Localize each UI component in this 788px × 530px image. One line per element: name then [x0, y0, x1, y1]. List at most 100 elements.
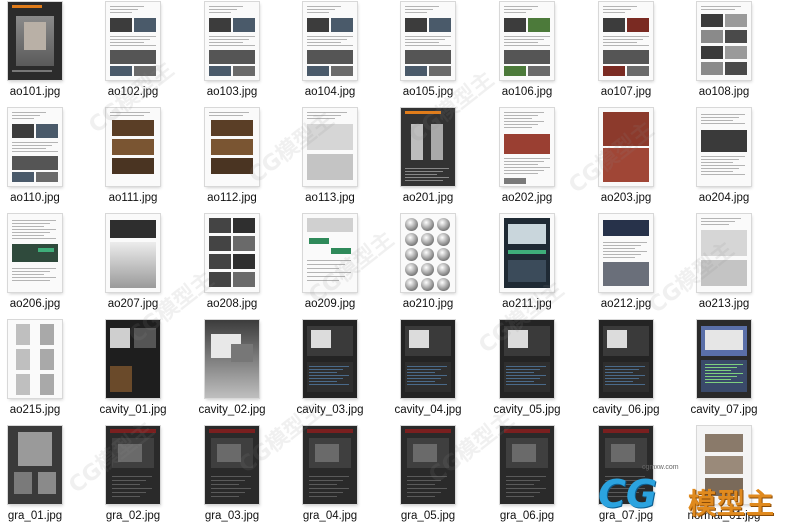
file-name-label[interactable]: ao203.jpg [601, 192, 652, 205]
file-thumbnail[interactable] [106, 320, 160, 398]
file-item[interactable]: ao206.jpg [0, 212, 84, 318]
file-thumbnail[interactable] [8, 2, 62, 80]
file-item[interactable]: ao211.jpg [478, 212, 576, 318]
file-item[interactable]: ao208.jpg [183, 212, 281, 318]
file-item[interactable]: ao213.jpg [675, 212, 773, 318]
file-item[interactable]: ao111.jpg [84, 106, 182, 212]
file-thumbnail[interactable] [401, 108, 455, 186]
file-thumbnail[interactable] [106, 214, 160, 292]
file-name-label[interactable]: ao213.jpg [699, 298, 750, 311]
file-name-label[interactable]: cavity_01.jpg [99, 404, 166, 417]
file-name-label[interactable]: gra_06.jpg [500, 510, 554, 523]
file-item[interactable]: ao104.jpg [281, 0, 379, 106]
file-name-label[interactable]: ao113.jpg [305, 192, 355, 205]
file-thumbnail[interactable] [205, 2, 259, 80]
file-thumbnail[interactable] [8, 320, 62, 398]
file-item[interactable]: ao202.jpg [478, 106, 576, 212]
file-thumbnail[interactable] [500, 108, 554, 186]
file-item[interactable]: ao106.jpg [478, 0, 576, 106]
file-name-label[interactable]: ao112.jpg [207, 192, 257, 205]
file-thumbnail[interactable] [500, 320, 554, 398]
file-thumbnail[interactable] [599, 320, 653, 398]
file-thumbnail[interactable] [205, 320, 259, 398]
file-thumbnail[interactable] [8, 426, 62, 504]
file-name-label[interactable]: gra_05.jpg [401, 510, 455, 523]
file-name-label[interactable]: ao107.jpg [601, 86, 652, 99]
file-thumbnail[interactable] [106, 2, 160, 80]
file-item[interactable]: ao210.jpg [379, 212, 477, 318]
file-item[interactable]: cavity_03.jpg [281, 318, 379, 424]
file-thumbnail[interactable] [106, 426, 160, 504]
file-name-label[interactable]: cavity_04.jpg [394, 404, 461, 417]
file-item[interactable]: ao105.jpg [379, 0, 477, 106]
file-name-label[interactable]: gra_03.jpg [205, 510, 259, 523]
file-item[interactable]: ao207.jpg [84, 212, 182, 318]
file-item[interactable]: gra_03.jpg [183, 424, 281, 530]
file-item[interactable]: ao102.jpg [84, 0, 182, 106]
file-thumbnail[interactable] [401, 2, 455, 80]
file-name-label[interactable]: ao202.jpg [502, 192, 553, 205]
file-item[interactable]: gra_06.jpg [478, 424, 576, 530]
file-item[interactable]: cavity_07.jpg [675, 318, 773, 424]
file-name-label[interactable]: ao101.jpg [10, 86, 61, 99]
file-item[interactable]: cavity_05.jpg [478, 318, 576, 424]
file-item[interactable]: ao113.jpg [281, 106, 379, 212]
file-item[interactable]: ao209.jpg [281, 212, 379, 318]
file-item[interactable]: ao101.jpg [0, 0, 84, 106]
file-item[interactable]: ao107.jpg [577, 0, 675, 106]
file-item[interactable]: ao215.jpg [0, 318, 84, 424]
file-item[interactable]: cavity_02.jpg [183, 318, 281, 424]
file-thumbnail[interactable] [8, 108, 62, 186]
file-thumbnail[interactable] [401, 214, 455, 292]
file-item[interactable]: ao110.jpg [0, 106, 84, 212]
file-name-label[interactable]: cavity_07.jpg [690, 404, 757, 417]
file-item[interactable]: ao108.jpg [675, 0, 773, 106]
file-item[interactable]: gra_05.jpg [379, 424, 477, 530]
file-thumbnail[interactable] [697, 214, 751, 292]
file-thumbnail[interactable] [303, 2, 357, 80]
file-thumbnail[interactable] [205, 214, 259, 292]
file-thumbnail[interactable] [599, 108, 653, 186]
file-name-label[interactable]: gra_02.jpg [106, 510, 160, 523]
file-name-label[interactable]: ao211.jpg [502, 298, 552, 311]
file-name-label[interactable]: ao201.jpg [403, 192, 454, 205]
file-item[interactable]: ao112.jpg [183, 106, 281, 212]
file-name-label[interactable]: cavity_05.jpg [493, 404, 560, 417]
file-thumbnail[interactable] [401, 426, 455, 504]
file-name-label[interactable]: ao212.jpg [601, 298, 652, 311]
file-thumbnail[interactable] [205, 108, 259, 186]
file-name-label[interactable]: ao207.jpg [108, 298, 159, 311]
file-thumbnail[interactable] [303, 320, 357, 398]
file-thumbnail[interactable] [106, 108, 160, 186]
file-name-label[interactable]: cavity_02.jpg [198, 404, 265, 417]
file-name-label[interactable]: ao208.jpg [207, 298, 258, 311]
file-item[interactable]: ao212.jpg [577, 212, 675, 318]
file-item[interactable]: ao201.jpg [379, 106, 477, 212]
file-name-label[interactable]: ao209.jpg [305, 298, 356, 311]
file-thumbnail[interactable] [401, 320, 455, 398]
file-name-label[interactable]: ao106.jpg [502, 86, 553, 99]
file-item[interactable]: cavity_04.jpg [379, 318, 477, 424]
file-thumbnail[interactable] [500, 426, 554, 504]
file-item[interactable]: cavity_06.jpg [577, 318, 675, 424]
file-thumbnail[interactable] [8, 214, 62, 292]
file-name-label[interactable]: ao110.jpg [10, 192, 60, 205]
file-name-label[interactable]: ao210.jpg [403, 298, 454, 311]
file-name-label[interactable]: ao104.jpg [305, 86, 356, 99]
file-thumbnail[interactable] [303, 214, 357, 292]
file-item[interactable]: ao204.jpg [675, 106, 773, 212]
file-name-label[interactable]: ao215.jpg [10, 404, 61, 417]
file-name-label[interactable]: cavity_06.jpg [592, 404, 659, 417]
file-thumbnail[interactable] [697, 2, 751, 80]
file-thumbnail[interactable] [205, 426, 259, 504]
file-name-label[interactable]: ao108.jpg [699, 86, 750, 99]
file-thumbnail[interactable] [599, 2, 653, 80]
file-name-label[interactable]: ao206.jpg [10, 298, 61, 311]
file-item[interactable]: cavity_01.jpg [84, 318, 182, 424]
file-name-label[interactable]: cavity_03.jpg [296, 404, 363, 417]
file-thumbnail[interactable] [500, 2, 554, 80]
file-thumbnail[interactable] [303, 426, 357, 504]
file-thumbnail[interactable] [500, 214, 554, 292]
file-name-label[interactable]: ao111.jpg [109, 192, 158, 205]
file-thumbnail[interactable] [697, 108, 751, 186]
